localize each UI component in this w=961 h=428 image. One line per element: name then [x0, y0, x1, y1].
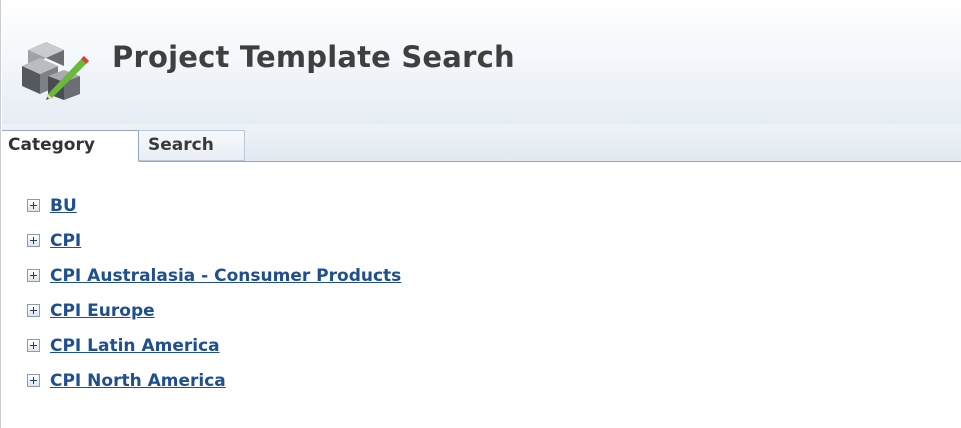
- tree-item-link[interactable]: CPI: [50, 231, 81, 251]
- expand-plus-icon[interactable]: [27, 374, 40, 387]
- tree-item-link[interactable]: CPI Europe: [50, 301, 155, 321]
- tree-item-link[interactable]: CPI Australasia - Consumer Products: [50, 266, 401, 286]
- expand-plus-icon[interactable]: [27, 234, 40, 247]
- tab-search[interactable]: Search: [139, 130, 245, 161]
- tree-item: CPI: [27, 223, 401, 258]
- tab-strip: Category Search: [2, 124, 961, 162]
- category-tree: BU CPI CPI Australasia - Consumer Produc…: [27, 188, 401, 398]
- blocks-pencil-icon: [18, 36, 90, 108]
- page-header: Project Template Search: [2, 0, 961, 124]
- expand-plus-icon[interactable]: [27, 339, 40, 352]
- tree-item: CPI North America: [27, 363, 401, 398]
- tree-item-link[interactable]: BU: [50, 196, 77, 216]
- tree-item: CPI Latin America: [27, 328, 401, 363]
- expand-plus-icon[interactable]: [27, 304, 40, 317]
- tree-item: CPI Australasia - Consumer Products: [27, 258, 401, 293]
- tree-item-link[interactable]: CPI Latin America: [50, 336, 220, 356]
- tree-item-link[interactable]: CPI North America: [50, 371, 226, 391]
- tree-item: BU: [27, 188, 401, 223]
- tab-category[interactable]: Category: [2, 130, 139, 162]
- page-frame: Project Template Search Category Search …: [0, 0, 961, 428]
- expand-plus-icon[interactable]: [27, 199, 40, 212]
- tree-item: CPI Europe: [27, 293, 401, 328]
- page-title: Project Template Search: [112, 40, 515, 74]
- expand-plus-icon[interactable]: [27, 269, 40, 282]
